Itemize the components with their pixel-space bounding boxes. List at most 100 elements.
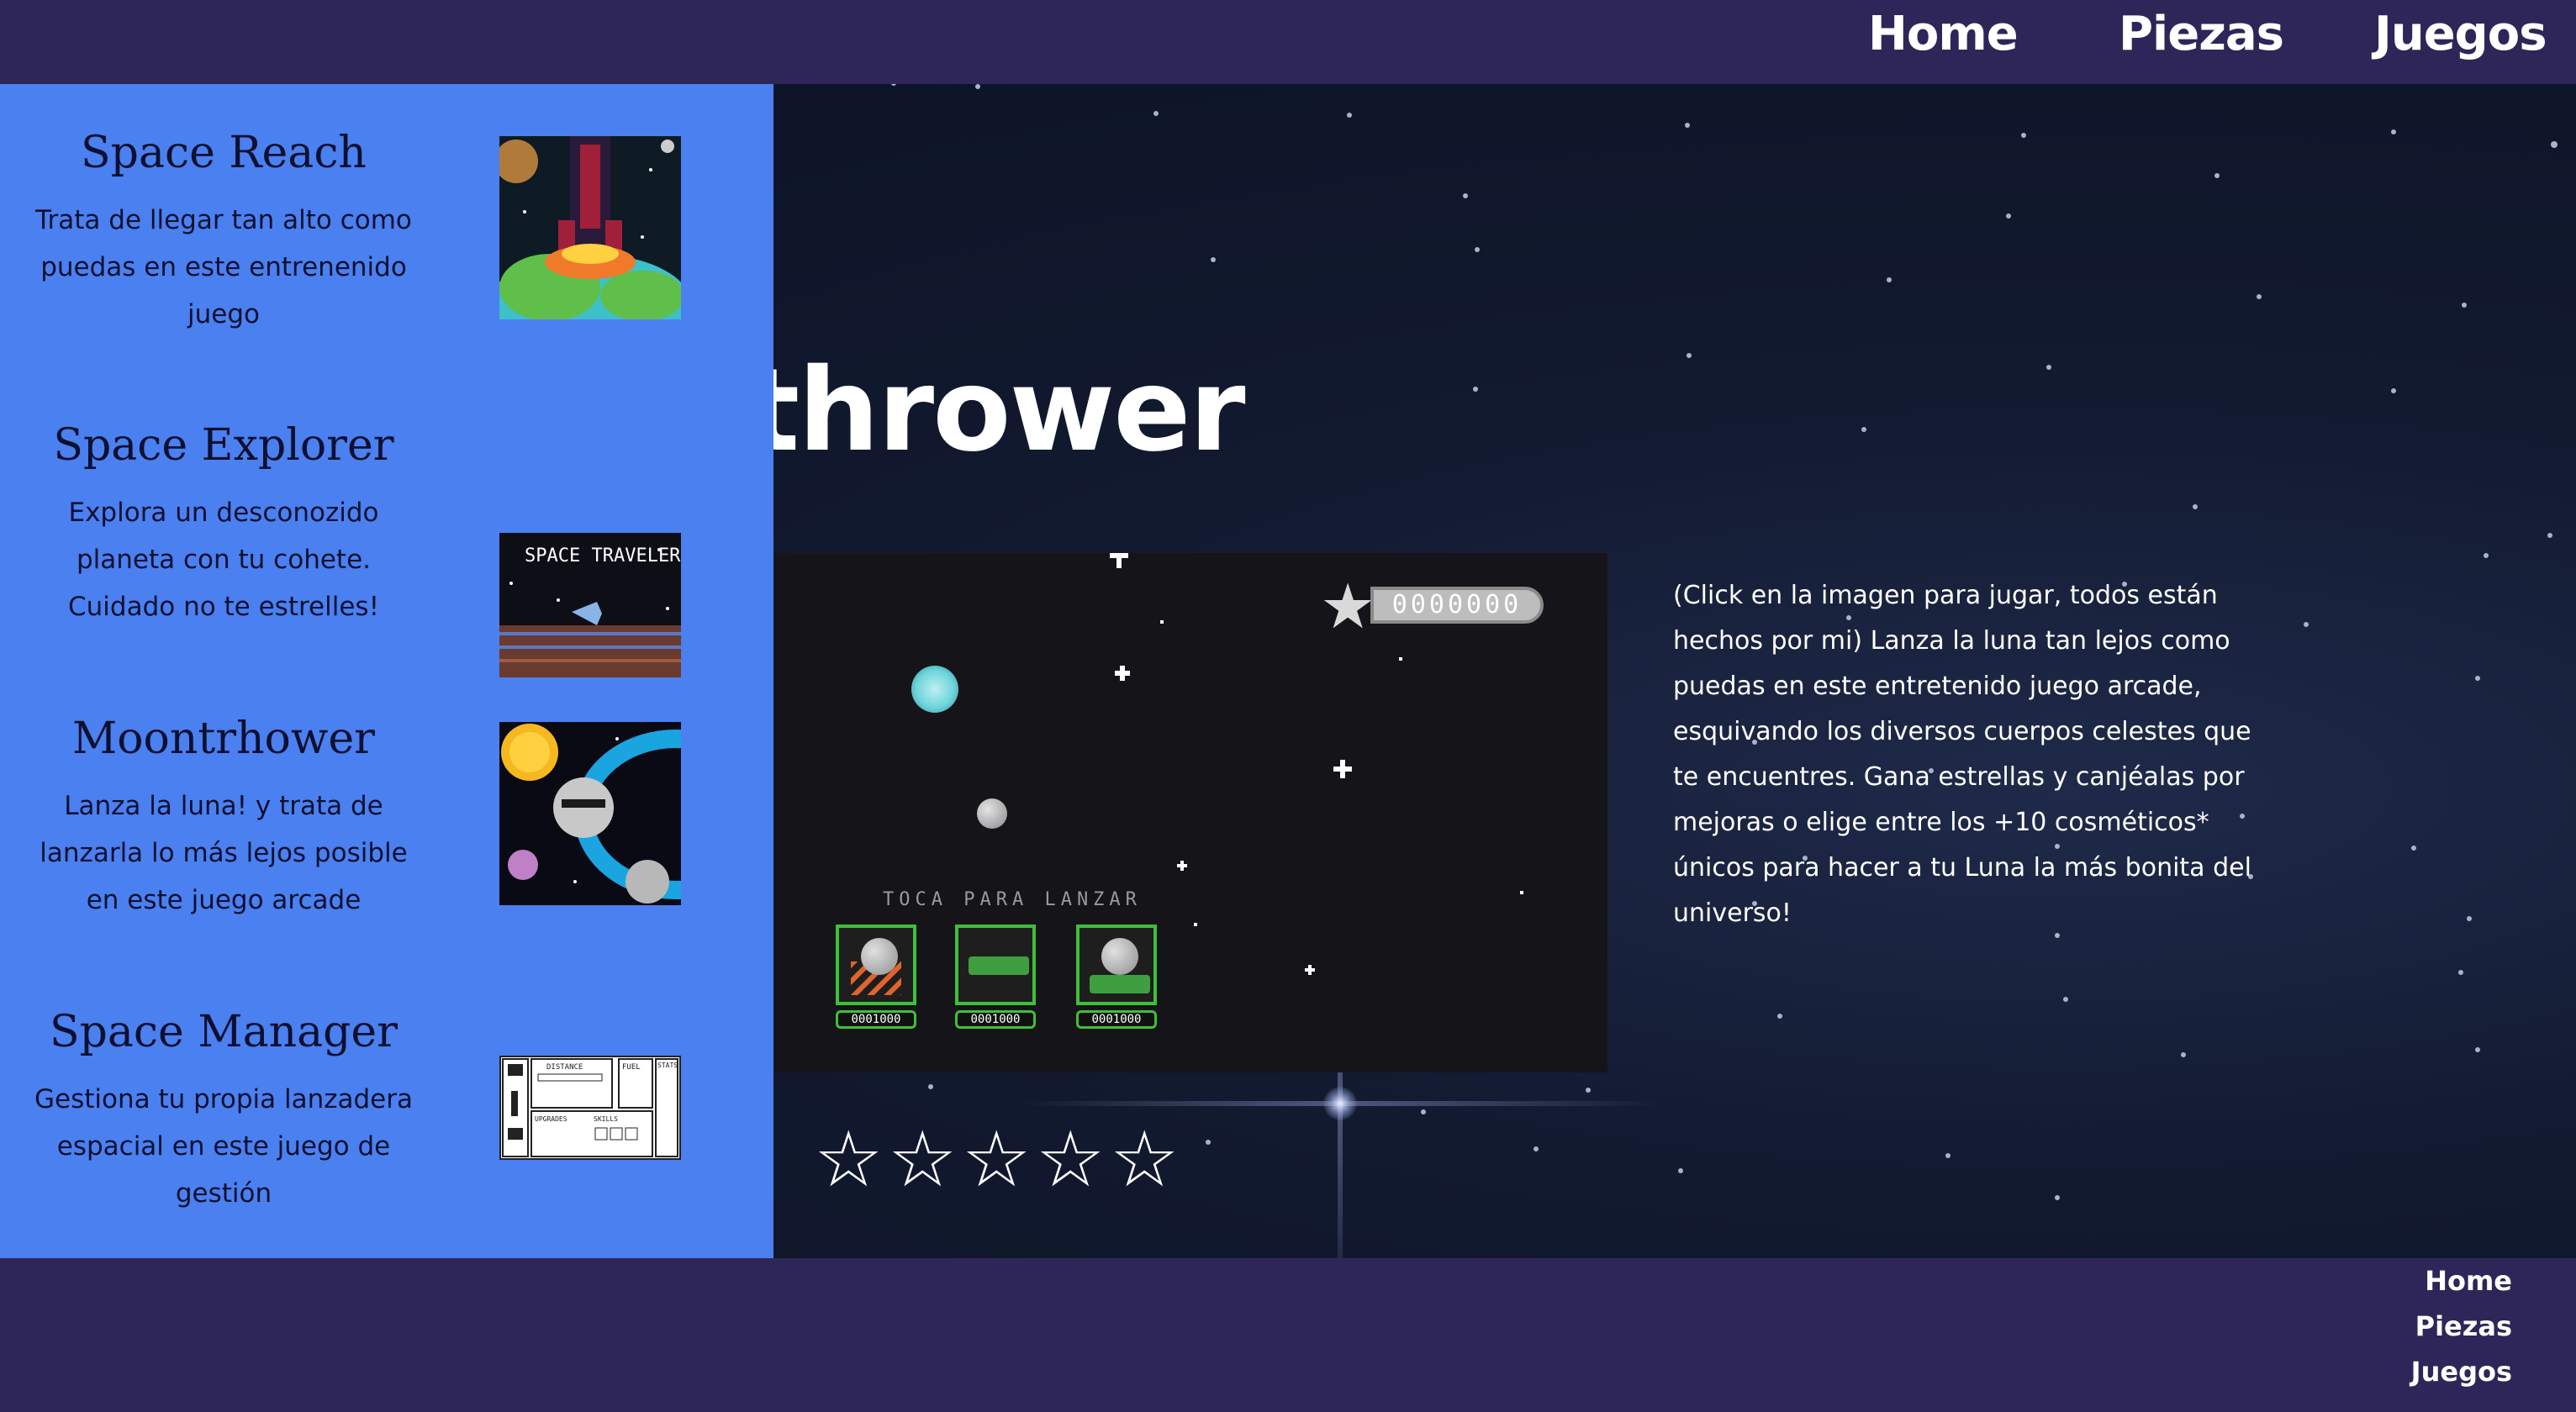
background-star xyxy=(2411,846,2416,851)
background-star xyxy=(1211,257,1216,262)
glow-star-core xyxy=(1323,1087,1357,1120)
background-star xyxy=(2193,504,2198,509)
upgrade-card: 0001000 xyxy=(955,925,1036,1030)
background-star xyxy=(1463,193,1468,198)
background-star xyxy=(1945,1153,1950,1158)
upgrade-price: 0001000 xyxy=(955,1010,1036,1029)
cyan-planet xyxy=(911,666,958,713)
green-trail-icon xyxy=(969,956,1029,975)
manager-ui-icon: DISTANCE FUEL STATS UPGRADES SKILLS xyxy=(499,1056,681,1160)
moon-pixel-icon xyxy=(499,722,681,905)
thumb-fuel-label: FUEL xyxy=(622,1063,641,1072)
game-name: Space Manager xyxy=(50,1007,398,1057)
moonthrower-thumb-svg xyxy=(499,722,681,905)
upgrade-frame xyxy=(836,925,916,1005)
footer: Home Piezas Juegos xyxy=(0,1258,2576,1412)
score-value: 0000000 xyxy=(1370,587,1544,624)
thumb-stats-label: STATS xyxy=(657,1062,678,1069)
background-star xyxy=(2063,997,2068,1002)
game-desc: Trata de llegar tan alto como puedas en … xyxy=(35,205,412,329)
rocket-thumb-svg xyxy=(499,136,681,319)
sparkle xyxy=(1160,620,1164,624)
game-name: Moontrhower xyxy=(71,714,376,764)
sparkle xyxy=(1180,861,1184,871)
background-star xyxy=(1347,113,1352,118)
thumb-upgrades-label: UPGRADES xyxy=(535,1115,567,1123)
sparkle xyxy=(1194,923,1197,926)
footer-piezas-link[interactable]: Piezas xyxy=(2344,1310,2512,1342)
upgrade-price: 0001000 xyxy=(836,1010,916,1029)
upgrade-frame xyxy=(955,925,1036,1005)
background-star xyxy=(2046,365,2051,370)
background-star xyxy=(1421,1109,1426,1114)
rating-star-icon[interactable]: ☆ xyxy=(888,1118,962,1202)
background-star xyxy=(928,1084,933,1089)
sparkle xyxy=(1308,965,1312,975)
background-star xyxy=(2257,294,2262,299)
upgrade-price: 0001000 xyxy=(1076,1010,1157,1029)
background-star xyxy=(2055,1195,2060,1200)
game-name: Space Explorer xyxy=(53,420,394,471)
rating-star-icon[interactable]: ☆ xyxy=(962,1118,1036,1202)
sparkle xyxy=(1340,760,1345,778)
top-navbar: Home Piezas Juegos xyxy=(0,0,2576,84)
upgrade-card: 0001000 xyxy=(836,925,916,1030)
tap-to-launch-label: TOCA PARA LANZAR xyxy=(883,889,1142,910)
thumb-distance-label: DISTANCE xyxy=(546,1063,583,1072)
game-name: Space Reach xyxy=(81,128,367,178)
sparkle xyxy=(1120,666,1125,681)
background-star xyxy=(1687,353,1692,358)
moon-icon xyxy=(861,938,898,975)
rating-star-icon[interactable]: ☆ xyxy=(814,1118,888,1202)
game-screenshot[interactable]: ★ 0000000 TOCA PARA LANZAR 0001000 00010… xyxy=(673,553,1607,1072)
background-star xyxy=(2214,173,2220,178)
background-star xyxy=(1153,111,1159,116)
background-star xyxy=(2475,1047,2480,1052)
background-star xyxy=(2475,676,2480,681)
game-desc: Explora un desconozido planeta con tu co… xyxy=(67,498,380,622)
rocket-pixel-icon xyxy=(499,136,681,319)
background-star xyxy=(2484,553,2489,558)
upgrade-frame xyxy=(1076,925,1157,1005)
background-star xyxy=(2467,916,2472,921)
moon-icon xyxy=(1101,938,1138,975)
nav-home-link[interactable]: Home xyxy=(1868,7,2019,61)
background-star xyxy=(2462,303,2467,308)
sparkle xyxy=(1520,891,1523,894)
green-trail-icon xyxy=(1090,975,1150,993)
background-star xyxy=(2021,133,2026,138)
sparkle xyxy=(1116,553,1122,568)
footer-juegos-link[interactable]: Juegos xyxy=(2344,1356,2512,1388)
background-star xyxy=(891,84,896,86)
upgrade-card: 0001000 xyxy=(1076,925,1157,1030)
star-rating[interactable]: ☆☆☆☆☆ xyxy=(814,1118,1184,1202)
background-star xyxy=(2547,533,2552,538)
background-star xyxy=(2304,622,2309,627)
background-star xyxy=(1861,427,1866,432)
background-star xyxy=(2391,388,2396,393)
background-star xyxy=(1777,1014,1782,1019)
spaceship-pixel-icon: SPACE TRAVELER xyxy=(499,533,681,677)
rating-star-icon[interactable]: ☆ xyxy=(1110,1118,1184,1202)
background-star xyxy=(1206,1140,1211,1145)
background-star xyxy=(2391,129,2396,134)
thumb-skills-label: SKILLS xyxy=(594,1115,618,1123)
nav-piezas-link[interactable]: Piezas xyxy=(2119,7,2284,61)
game-desc: Gestiona tu propia lanzadera espacial en… xyxy=(34,1084,413,1209)
nav-juegos-link[interactable]: Juegos xyxy=(2374,7,2547,61)
game-desc: Lanza la luna! y trata de lanzarla lo má… xyxy=(40,791,408,915)
score-display: ★ 0000000 xyxy=(1320,573,1547,640)
background-star xyxy=(1473,387,1478,392)
thumb-title-1: SPACE TRAVELER xyxy=(525,545,681,566)
games-sidebar: Space Reach Trata de llegar tan alto com… xyxy=(0,84,773,1258)
explorer-thumb-svg: SPACE TRAVELER xyxy=(499,533,681,677)
sparkle xyxy=(1399,657,1402,661)
footer-home-link[interactable]: Home xyxy=(2344,1265,2512,1297)
rating-star-icon[interactable]: ☆ xyxy=(1036,1118,1110,1202)
background-star xyxy=(2181,1052,2186,1057)
background-star xyxy=(1475,247,1480,252)
background-star xyxy=(1887,277,1892,282)
background-star xyxy=(1685,123,1690,128)
background-star xyxy=(1586,1088,1591,1093)
gray-moon xyxy=(977,798,1007,829)
